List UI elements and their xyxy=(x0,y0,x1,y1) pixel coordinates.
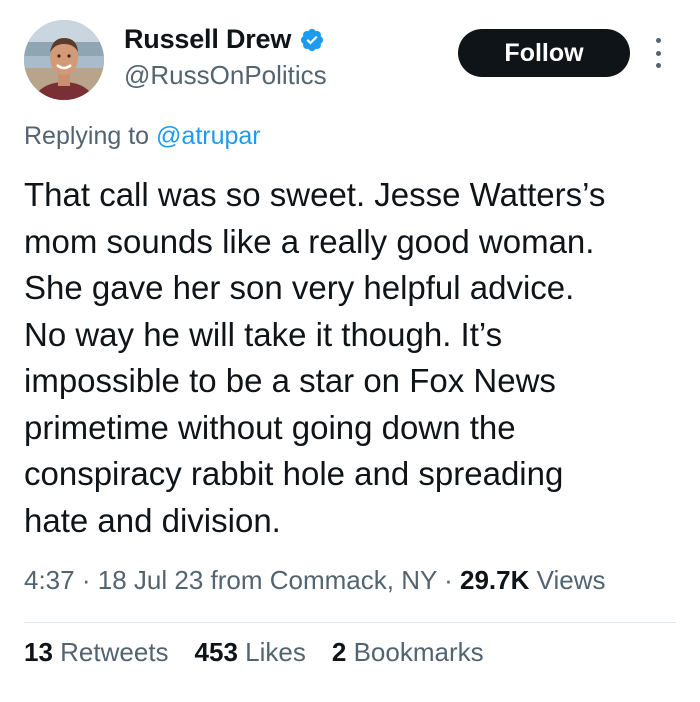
retweets-label: Retweets xyxy=(60,637,169,667)
replying-prefix: Replying to xyxy=(24,122,150,150)
retweets-count: 13 xyxy=(24,637,53,667)
reply-mention-link[interactable]: @atrupar xyxy=(156,122,261,150)
more-dot xyxy=(655,63,661,68)
tweet-location: from Commack, NY xyxy=(210,565,437,595)
likes-stat[interactable]: 453 Likes xyxy=(195,637,306,668)
tweet-text: That call was so sweet. Jesse Watters’s … xyxy=(24,176,606,539)
more-options-icon[interactable] xyxy=(648,38,668,68)
avatar-photo xyxy=(24,20,104,100)
user-handle[interactable]: @RussOnPolitics xyxy=(124,60,327,91)
tweet-meta: 4:37 · 18 Jul 23 from Commack, NY · 29.7… xyxy=(24,565,606,596)
display-name[interactable]: Russell Drew xyxy=(124,24,291,55)
bookmarks-stat[interactable]: 2 Bookmarks xyxy=(332,637,484,668)
avatar[interactable] xyxy=(24,20,104,100)
tweet-time[interactable]: 4:37 xyxy=(24,565,75,595)
tweet-date[interactable]: 18 Jul 23 xyxy=(98,565,204,595)
views-label: Views xyxy=(536,565,606,595)
more-dot xyxy=(655,38,661,43)
divider xyxy=(24,622,676,623)
bookmarks-count: 2 xyxy=(331,637,347,667)
name-row: Russell Drew xyxy=(124,24,325,55)
more-dot xyxy=(655,50,661,56)
replying-to: Replying to @atrupar xyxy=(24,122,261,151)
likes-count: 453 xyxy=(194,637,238,667)
views-count: 29.7K xyxy=(460,565,530,595)
likes-label: Likes xyxy=(245,637,306,667)
meta-separator: · xyxy=(444,565,453,595)
bookmarks-label: Bookmarks xyxy=(353,637,484,667)
tweet-card: Russell Drew @RussOnPolitics Follow Repl… xyxy=(0,0,700,702)
engagement-stats: 13 Retweets 453 Likes 2 Bookmarks xyxy=(24,637,484,668)
follow-button[interactable]: Follow xyxy=(458,29,630,77)
verified-badge-icon xyxy=(299,27,325,53)
retweets-stat[interactable]: 13 Retweets xyxy=(24,637,169,668)
meta-separator: · xyxy=(81,565,91,595)
